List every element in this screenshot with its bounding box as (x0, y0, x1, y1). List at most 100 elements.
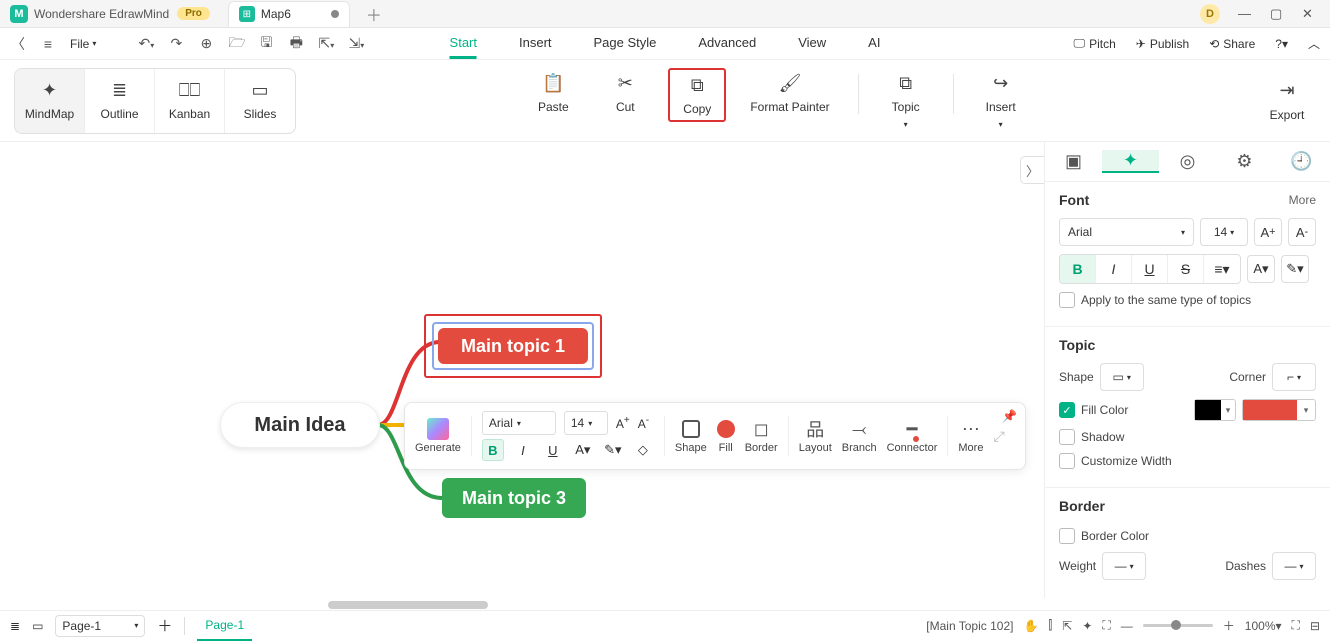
italic-button[interactable]: I (1096, 255, 1132, 283)
float-close-icon[interactable]: ⤢ (993, 428, 1004, 445)
zoom-value[interactable]: 100%▾ (1245, 619, 1282, 633)
zoom-in-button[interactable]: ＋ (1223, 617, 1235, 634)
maximize-button[interactable]: ▢ (1270, 6, 1284, 22)
tab-page-style[interactable]: Page Style (594, 29, 657, 59)
page-select[interactable]: Page-1▾ (55, 615, 145, 637)
decrease-font-button[interactable]: A- (1288, 218, 1316, 246)
generate-button[interactable]: Generate (415, 418, 461, 454)
pitch-button[interactable]: 🖵 Pitch (1074, 36, 1116, 51)
fill-color-checkbox[interactable]: ✓ (1059, 402, 1075, 418)
add-tab-button[interactable]: ＋ (366, 2, 382, 26)
bold-button[interactable]: B (482, 439, 504, 461)
add-page-button[interactable]: ＋ (157, 615, 172, 636)
tab-start[interactable]: Start (450, 29, 477, 59)
fill-mode-select[interactable]: ▾ (1194, 399, 1236, 421)
fill-button[interactable]: Fill (717, 418, 735, 454)
view-outline[interactable]: ≣Outline (85, 69, 155, 133)
back-button[interactable]: 〈 (10, 34, 26, 54)
import-icon[interactable]: ⇲▾ (348, 35, 364, 52)
font-family-select[interactable]: Arial▾ (482, 411, 556, 435)
document-tab[interactable]: ⊞ Map6 (228, 1, 350, 27)
collapse-sidebar-button[interactable]: 〉 (1020, 156, 1044, 184)
italic-button[interactable]: I (512, 439, 534, 461)
dashes-select[interactable]: — ▾ (1272, 552, 1316, 580)
minimize-button[interactable]: — (1238, 6, 1252, 21)
format-painter-button[interactable]: 🖌Format Painter (740, 68, 839, 118)
font-size-select[interactable]: 14▾ (564, 411, 608, 435)
hand-tool-icon[interactable]: ✋ (1023, 619, 1038, 633)
horizontal-scrollbar[interactable] (328, 601, 488, 609)
file-menu[interactable]: File▾ (70, 37, 96, 51)
border-button[interactable]: ◻︎Border (745, 418, 778, 454)
clear-format-button[interactable]: ◇ (632, 439, 654, 461)
font-color-button[interactable]: A▾ (572, 439, 594, 461)
menu-icon[interactable]: ≡ (40, 36, 56, 52)
undo-button[interactable]: ↶▾ (138, 35, 154, 52)
tab-ai[interactable]: AI (868, 29, 880, 59)
tab-view[interactable]: View (798, 29, 826, 59)
export-button[interactable]: ⇥Export (1258, 76, 1316, 126)
underline-button[interactable]: U (542, 439, 564, 461)
fill-color-picker[interactable]: ▾ (1242, 399, 1316, 421)
export-icon[interactable]: ⇱▾ (318, 35, 334, 52)
topic3-node[interactable]: Main topic 3 (442, 478, 586, 518)
strike-button[interactable]: S (1168, 255, 1204, 283)
help-button[interactable]: ?▾ (1275, 37, 1288, 51)
redo-button[interactable]: ↷ (168, 35, 184, 52)
tab-insert[interactable]: Insert (519, 29, 552, 59)
highlight-button[interactable]: ✎▾ (1281, 255, 1309, 283)
corner-select[interactable]: ⌐ ▾ (1272, 363, 1316, 391)
increase-font-button[interactable]: A+ (616, 415, 630, 431)
pin-icon[interactable]: 📌 (1002, 409, 1017, 423)
shadow-checkbox[interactable] (1059, 429, 1075, 445)
print-icon[interactable]: 🖶 (288, 32, 304, 56)
tab-advanced[interactable]: Advanced (698, 29, 756, 59)
sidebar-tab-node[interactable]: ▣ (1045, 151, 1102, 172)
open-icon[interactable]: 🗁 (228, 32, 244, 56)
decrease-font-button[interactable]: A- (638, 415, 649, 431)
view-slides[interactable]: ▭Slides (225, 69, 295, 133)
shape-select[interactable]: ▭ ▾ (1100, 363, 1144, 391)
increase-font-button[interactable]: A+ (1254, 218, 1282, 246)
sidebar-tab-tag[interactable]: ◎ (1159, 151, 1216, 172)
save-icon[interactable]: 🖫 (258, 32, 274, 56)
fullscreen-icon[interactable]: ⛶ (1292, 618, 1300, 633)
view-kanban[interactable]: ⎕⎕Kanban (155, 69, 225, 133)
view-mindmap[interactable]: ✦MindMap (15, 69, 85, 133)
font-family-select[interactable]: Arial▾ (1059, 218, 1194, 246)
underline-button[interactable]: U (1132, 255, 1168, 283)
topic1-node[interactable]: Main topic 1 (438, 328, 588, 364)
new-icon[interactable]: ⊕ (198, 35, 214, 52)
branch-button[interactable]: ⤙Branch (842, 418, 877, 454)
layout-button[interactable]: 品Layout (799, 418, 832, 454)
fit-screen-icon[interactable]: ⛶ (1102, 618, 1110, 633)
font-size-select[interactable]: 14▾ (1200, 218, 1248, 246)
fit-page-icon[interactable]: ⇱ (1062, 619, 1072, 633)
main-idea-node[interactable]: Main Idea (220, 402, 380, 448)
paste-button[interactable]: 📋Paste (524, 68, 582, 118)
bold-button[interactable]: B (1060, 255, 1096, 283)
close-button[interactable]: ✕ (1302, 6, 1316, 22)
customize-width-checkbox[interactable] (1059, 453, 1075, 469)
highlight-button[interactable]: ✎▾ (602, 439, 624, 461)
center-icon[interactable]: ✦ (1082, 619, 1092, 633)
shape-button[interactable]: Shape (675, 418, 707, 454)
collapse-status-icon[interactable]: ⊟ (1310, 619, 1320, 633)
fit-width-icon[interactable]: ⫿ (1048, 618, 1052, 633)
font-color-button[interactable]: A▾ (1247, 255, 1275, 283)
share-button[interactable]: ⟲ Share (1209, 37, 1255, 51)
copy-button[interactable]: ⧉Copy (668, 68, 726, 122)
connector-button[interactable]: ━Connector (887, 418, 938, 454)
publish-button[interactable]: ✈ Publish (1136, 37, 1189, 51)
font-more-link[interactable]: More (1289, 193, 1316, 207)
more-button[interactable]: ⋯More (958, 418, 983, 454)
apply-same-type-checkbox[interactable] (1059, 292, 1075, 308)
zoom-slider[interactable] (1143, 624, 1213, 627)
border-color-checkbox[interactable] (1059, 528, 1075, 544)
cut-button[interactable]: ✂Cut (596, 68, 654, 118)
weight-select[interactable]: — ▾ (1102, 552, 1146, 580)
sidebar-tab-settings[interactable]: ⚙ (1216, 151, 1273, 172)
outline-toggle-icon[interactable]: ≣ (10, 619, 20, 633)
canvas[interactable]: Main Idea Main topic 1 Main topic 3 📌 Ge… (0, 142, 1044, 598)
user-avatar[interactable]: D (1200, 4, 1220, 24)
